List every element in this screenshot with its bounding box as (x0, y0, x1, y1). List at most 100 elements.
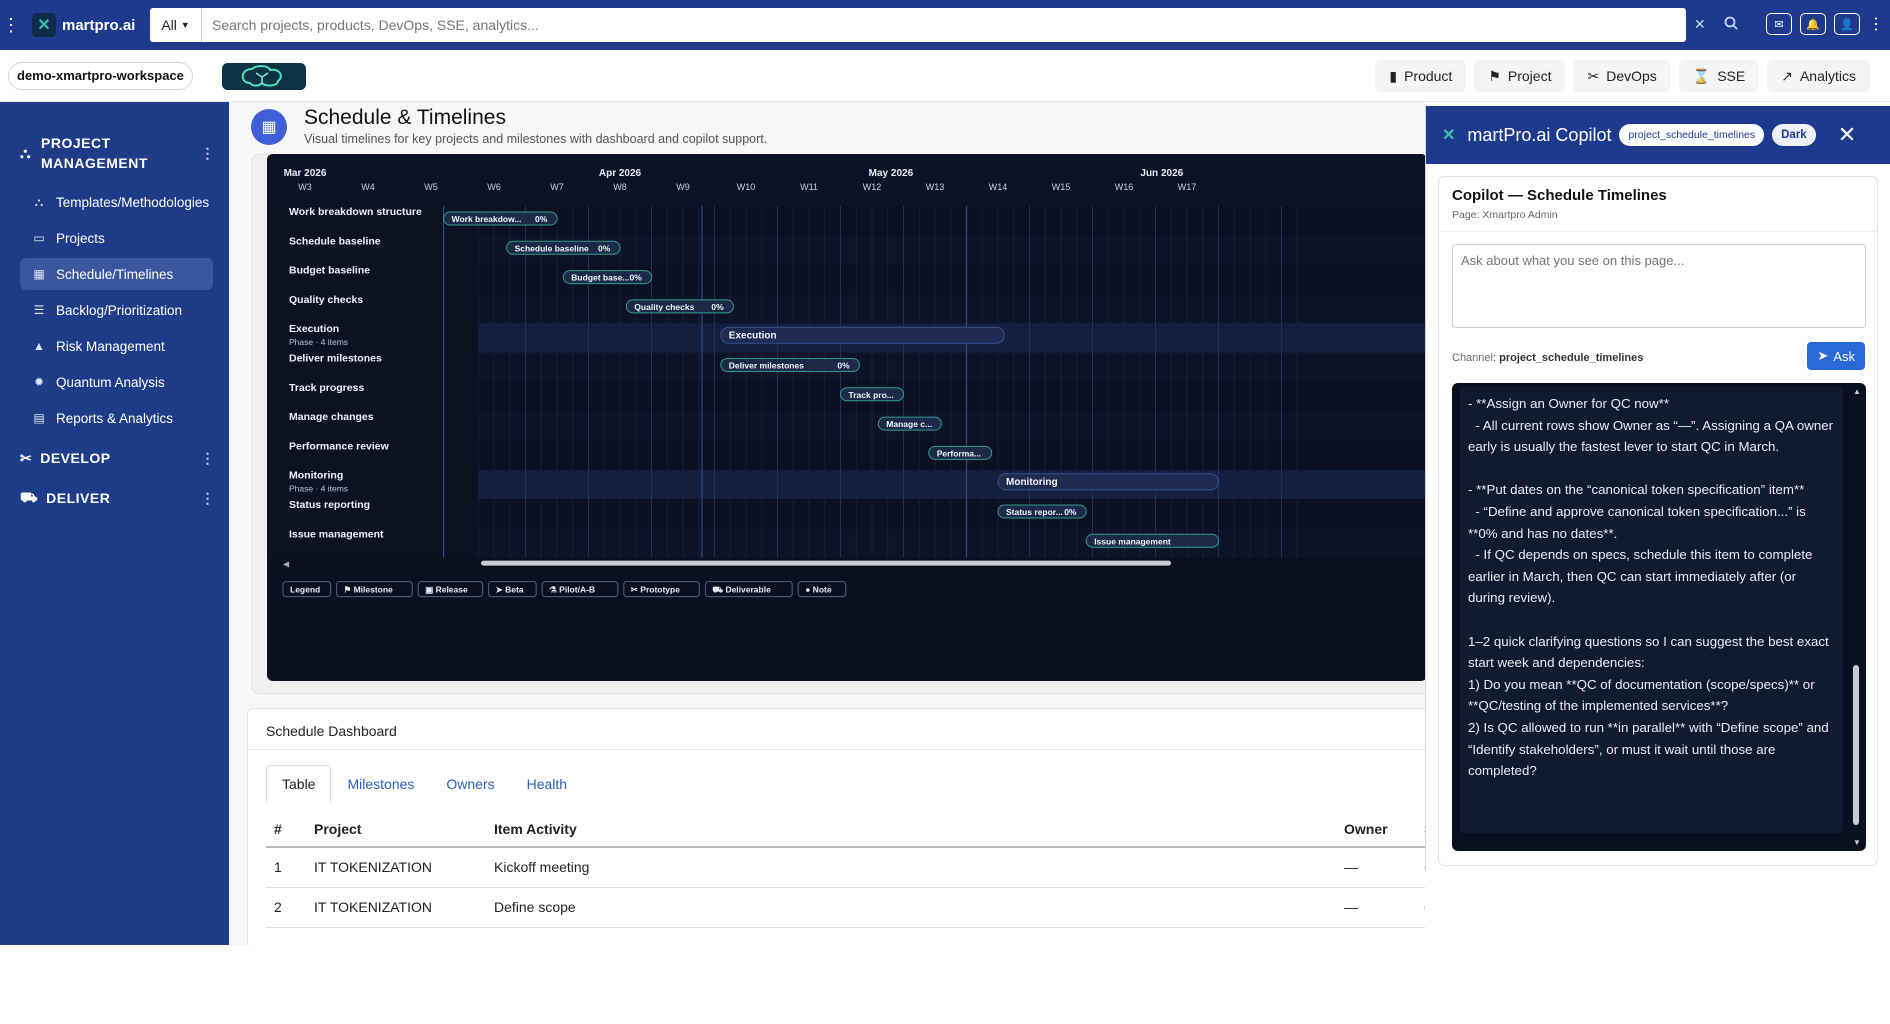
send-icon: ➤ (1817, 348, 1829, 363)
column-header[interactable]: Item Activity (486, 811, 1336, 848)
nav-devops[interactable]: ✂ DevOps (1573, 60, 1671, 92)
task-name: Performance review (289, 440, 390, 452)
sidebar-item-backlog[interactable]: ☰ Backlog/Prioritization (20, 294, 213, 326)
ask-button[interactable]: ➤ Ask (1807, 342, 1865, 370)
section-project-management[interactable]: ⛬ PROJECT MANAGEMENT ⋮ (0, 132, 229, 174)
section-pm-label: PROJECT MANAGEMENT (41, 135, 148, 171)
cell-owner: — (1336, 887, 1416, 928)
week-label: W10 (737, 182, 756, 192)
sidebar-item-reports[interactable]: ▤ Reports & Analytics (20, 402, 213, 434)
legend-chip-label: ▣ Release (425, 585, 468, 595)
mail-icon[interactable]: ✉ (1766, 13, 1792, 35)
response-scrollbar[interactable]: ▲ ▼ (1850, 387, 1862, 847)
column-header[interactable]: # (266, 811, 306, 848)
scroll-thumb[interactable] (1853, 665, 1859, 825)
calendar-icon: ▦ (33, 267, 45, 281)
schedule-dashboard: Schedule Dashboard Table Milestones Owne… (247, 708, 1425, 945)
week-label: W7 (550, 182, 564, 192)
search-scope-select[interactable]: All ▼ (150, 8, 202, 42)
scroll-down-icon[interactable]: ▼ (1853, 838, 1861, 847)
section-develop[interactable]: ✂ DEVELOP ⋮ (0, 438, 229, 478)
table-row[interactable]: 1 IT TOKENIZATION Kickoff meeting — C (266, 847, 1425, 888)
tab-health[interactable]: Health (511, 765, 583, 803)
task-bar-label: Track pro... (849, 390, 894, 400)
sidebar-item-schedule[interactable]: ▦ Schedule/Timelines (20, 258, 213, 290)
nav-project[interactable]: ⚑ Project (1474, 60, 1566, 92)
week-label: W3 (298, 182, 312, 192)
task-bar-label: Monitoring (1006, 477, 1058, 488)
sidebar-item-risk[interactable]: ▲ Risk Management (20, 330, 213, 362)
task-name: Manage changes (289, 411, 374, 423)
column-header[interactable]: Owner (1336, 811, 1416, 848)
nav-sse[interactable]: ⌛ SSE (1678, 60, 1760, 92)
module-nav: ▮ Product ⚑ Project ✂ DevOps ⌛ SSE ↗ Analytic… (1375, 60, 1870, 92)
close-icon[interactable]: ✕ (1838, 122, 1856, 148)
cell-status: C (1416, 887, 1425, 928)
row-track-bg (479, 411, 1425, 441)
tools-icon: ✂ (20, 449, 33, 466)
brand-logo[interactable]: ✕ martpro.ai (32, 13, 142, 37)
week-label: W15 (1052, 182, 1071, 192)
cell-activity: Define scope (486, 887, 1336, 928)
tab-table[interactable]: Table (266, 765, 332, 803)
theme-toggle[interactable]: Dark (1772, 124, 1816, 146)
scroll-up-icon[interactable]: ▲ (1853, 387, 1861, 396)
sidebar-item-label: Projects (56, 230, 105, 246)
section-menu-icon[interactable]: ⋮ (201, 145, 216, 162)
chevron-down-icon: ▼ (180, 20, 190, 30)
legend-chip-label: Legend (290, 585, 320, 595)
section-deliver[interactable]: ⛟ DELIVER ⋮ (0, 478, 229, 518)
task-name: Deliver milestones (289, 353, 382, 365)
row-track-bg (479, 469, 1425, 499)
clear-search-icon[interactable]: ✕ (1694, 16, 1706, 33)
sidebar-item-label: Quantum Analysis (56, 374, 165, 390)
copilot-logo-icon: ✕ (1442, 127, 1456, 144)
list-icon: ☰ (33, 303, 45, 317)
section-menu-icon[interactable]: ⋮ (201, 490, 216, 507)
gantt-chart: Mar 2026 Apr 2026 May 2026 Jun 2026 W3 W4 W5 W6… (267, 154, 1425, 681)
search-input[interactable] (202, 9, 1686, 41)
tab-owners[interactable]: Owners (430, 765, 510, 803)
task-name: Status reporting (289, 499, 370, 511)
copilot-page-label: Page: Xmartpro Admin (1452, 209, 1558, 221)
cell-project: IT TOKENIZATION (306, 887, 486, 928)
task-name: Issue management (289, 528, 384, 540)
nav-product-label: Product (1404, 68, 1453, 84)
schedule-table: # Project Item Activity Owner S 1 IT TOK… (266, 811, 1425, 928)
page-subtitle: Visual timelines for key projects and mi… (304, 132, 768, 146)
search-icon[interactable] (1724, 16, 1738, 33)
week-label: W11 (800, 182, 818, 192)
task-progress: 0% (1064, 507, 1077, 517)
bell-icon[interactable]: 🔔 (1800, 13, 1826, 35)
nav-analytics[interactable]: ↗ Analytics (1767, 60, 1870, 92)
legend-chip-label: ⛟ Deliverable (712, 585, 771, 595)
legend-chip-label: ⚗ Pilot/A-B (549, 585, 595, 595)
user-icon[interactable]: 👤 (1834, 13, 1860, 35)
copilot-body: Copilot — Schedule Timelines Page: Xmart… (1438, 176, 1878, 866)
task-bar-label: Work breakdow... (452, 214, 522, 224)
row-track-bg (479, 235, 1425, 265)
copilot-question-input[interactable] (1452, 244, 1866, 328)
week-label: W4 (361, 182, 375, 192)
workspace-selector[interactable]: demo-xmartpro-workspace (8, 62, 193, 90)
section-menu-icon[interactable]: ⋮ (201, 450, 216, 467)
tab-milestones[interactable]: Milestones (331, 765, 430, 803)
column-header[interactable]: Project (306, 811, 486, 848)
channel-info: Channel: project_schedule_timelines (1452, 352, 1643, 364)
week-label: W6 (487, 182, 501, 192)
table-row[interactable]: 2 IT TOKENIZATION Define scope — C (266, 887, 1425, 928)
sidebar-item-label: Risk Management (56, 338, 165, 354)
sidebar-item-projects[interactable]: ▭ Projects (20, 222, 213, 254)
workspace-bar: demo-xmartpro-workspace ▮ Product ⚑ Projec… (0, 50, 1890, 102)
task-progress: 0% (837, 361, 850, 371)
more-menu-icon[interactable]: ⋮ (1868, 14, 1884, 34)
calendar-icon: ▦ (251, 109, 287, 145)
cell-project: IT TOKENIZATION (306, 847, 486, 888)
copilot-divider (1439, 231, 1877, 232)
app-menu-icon[interactable]: ⋮ (2, 15, 20, 36)
column-header[interactable]: S (1416, 811, 1425, 848)
nav-product[interactable]: ▮ Product (1375, 60, 1467, 92)
channel-pill: project_schedule_timelines (1619, 124, 1765, 146)
sidebar-item-templates[interactable]: ⛬ Templates/Methodologies (20, 186, 213, 218)
sidebar-item-quantum[interactable]: ✹ Quantum Analysis (20, 366, 213, 398)
